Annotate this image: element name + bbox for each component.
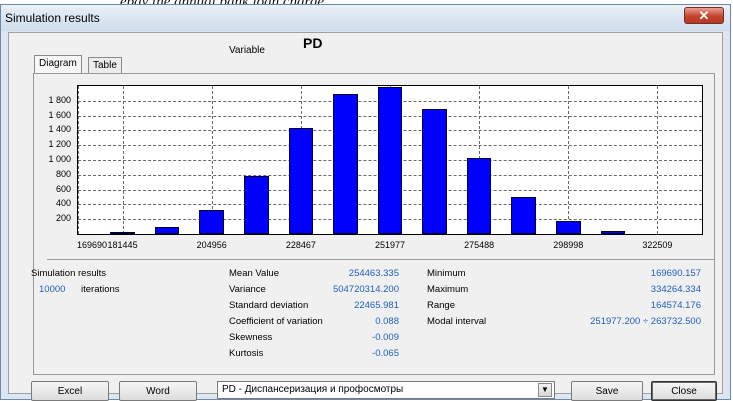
range-label: Range: [427, 300, 455, 311]
variance-label: Variance: [229, 284, 266, 295]
histogram-bar: [288, 128, 314, 234]
skewness-value: -0.009: [372, 332, 399, 343]
y-tick-label: 1 200: [48, 139, 71, 150]
y-tick-label: 600: [55, 183, 71, 194]
variance-value: 504720314.200: [332, 284, 399, 295]
y-tick-label: 1 400: [48, 124, 71, 135]
mean-label: Mean Value: [229, 268, 279, 279]
v-gridline: [657, 86, 659, 234]
x-tick-label: 322509: [642, 240, 673, 250]
chevron-down-icon[interactable]: ▼: [538, 383, 552, 397]
histogram-bar: [154, 227, 180, 234]
histogram-bar: [600, 231, 626, 234]
modal-interval-value: 251977.200 ÷ 263732.500: [590, 316, 701, 327]
close-icon: ✕: [698, 8, 710, 23]
cv-value: 0.088: [375, 316, 399, 327]
histogram-bar: [422, 108, 447, 234]
variable-value: PD: [303, 35, 323, 51]
x-tick-label: 169690: [76, 240, 108, 250]
window-title: Simulation results: [5, 11, 100, 25]
x-tick-label: 251977: [374, 240, 406, 250]
kurtosis-value: -0.065: [372, 348, 399, 359]
y-tick-label: 1 600: [48, 109, 71, 120]
window-close-button[interactable]: ✕: [684, 7, 724, 24]
close-button[interactable]: Close: [651, 381, 717, 401]
v-gridline: [122, 86, 124, 234]
range-value: 164574.176: [650, 300, 701, 311]
minimum-label: Minimum: [427, 268, 466, 279]
v-gridline: [78, 86, 79, 234]
stats-section-title: Simulation results: [31, 268, 106, 279]
y-tick-label: 1 800: [48, 94, 71, 105]
iterations-label: iterations: [81, 284, 120, 295]
tab-table[interactable]: Table: [88, 57, 122, 73]
histogram-plot-area: [77, 85, 703, 235]
histogram-bar: [110, 232, 135, 234]
x-tick-label: 204956: [196, 240, 227, 250]
histogram-bar: [466, 157, 492, 234]
std-value: 22465.981: [354, 300, 399, 311]
x-tick-label: 275488: [464, 240, 495, 250]
y-tick-label: 400: [55, 198, 71, 209]
histogram-bar: [244, 176, 269, 234]
maximum-label: Maximum: [427, 284, 469, 295]
y-tick-label: 800: [55, 168, 71, 179]
modal-interval-label: Modal interval: [427, 316, 487, 327]
variable-select-value: PD - Диспансеризация и профосмотры: [222, 384, 404, 395]
histogram-bar: [377, 86, 403, 234]
x-tick-label: 228467: [285, 240, 316, 250]
skewness-label: Skewness: [229, 332, 273, 343]
title-bar[interactable]: Simulation results ✕: [1, 5, 730, 31]
save-button[interactable]: Save: [571, 381, 643, 401]
simulation-results-window: Simulation results ✕ Variable PD Diagram…: [0, 4, 731, 401]
std-label: Standard deviation: [229, 300, 309, 311]
mean-value: 254463.335: [348, 268, 399, 279]
x-tick-label: 298998: [553, 240, 584, 250]
histogram-bar: [556, 221, 581, 234]
tab-diagram[interactable]: Diagram: [34, 55, 82, 73]
minimum-value: 169690.157: [650, 268, 701, 279]
x-tick-label: 181445: [107, 240, 138, 250]
y-tick-label: 1 000: [48, 154, 71, 164]
word-button[interactable]: Word: [119, 381, 197, 401]
y-tick-label: 200: [55, 213, 71, 224]
client-area: Variable PD Diagram Table 200 400 600 800 1 …: [8, 32, 723, 401]
variable-select[interactable]: PD - Диспансеризация и профосмотры ▼: [217, 381, 555, 399]
v-gridline: [568, 86, 570, 234]
kurtosis-label: Kurtosis: [229, 348, 264, 359]
iterations-value: 10000: [39, 284, 66, 295]
histogram-bar: [511, 197, 536, 234]
variable-label: Variable: [229, 45, 265, 56]
stats-divider: [47, 259, 715, 260]
histogram-bar: [333, 94, 358, 234]
excel-button[interactable]: Excel: [31, 381, 109, 401]
histogram-bar: [199, 210, 224, 234]
maximum-value: 334264.334: [650, 284, 701, 295]
